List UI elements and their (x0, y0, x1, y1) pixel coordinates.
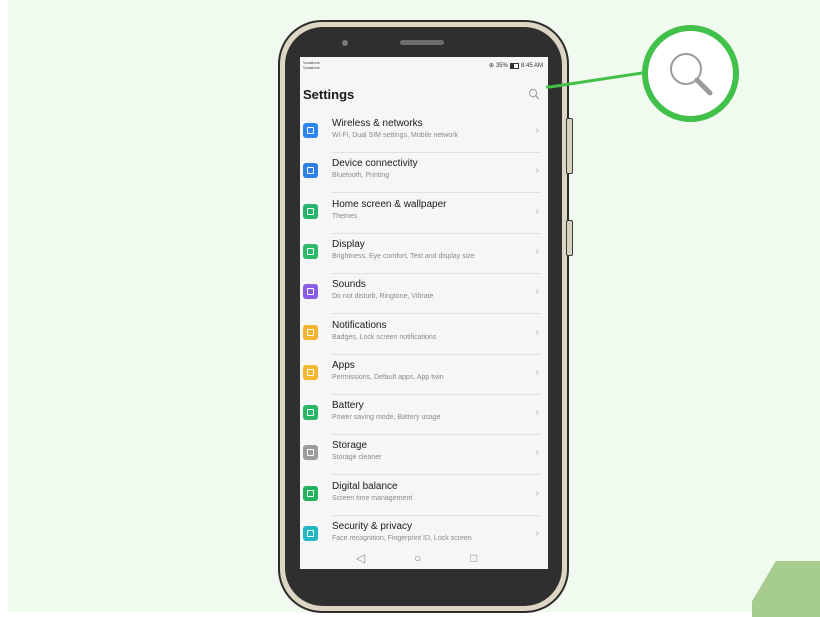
search-callout (642, 25, 739, 122)
search-icon (670, 53, 713, 96)
